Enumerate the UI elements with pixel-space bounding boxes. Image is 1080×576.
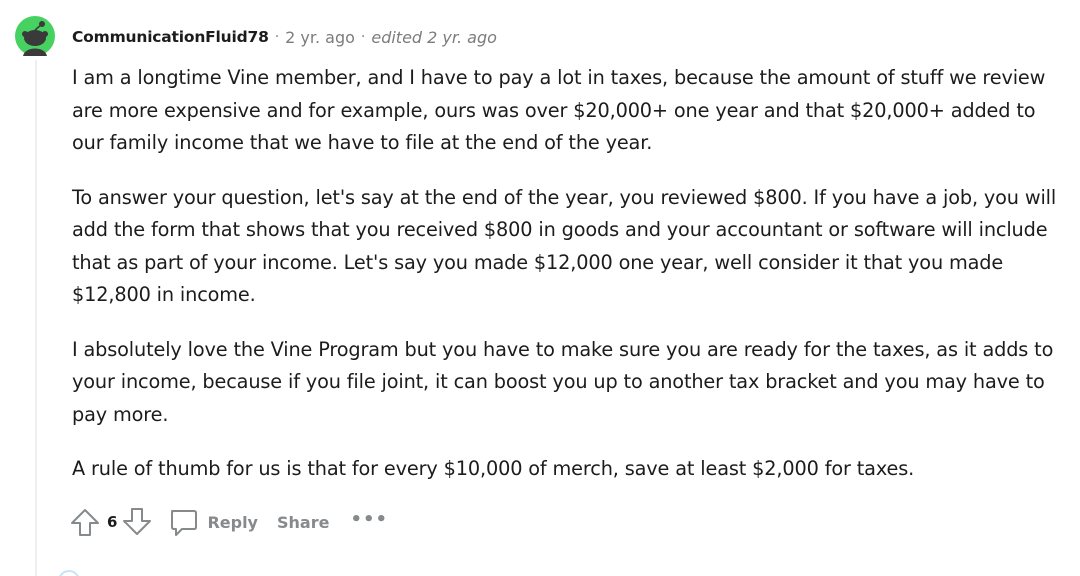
separator-dot: · [274,29,280,45]
comment-body: I am a longtime Vine member, and I have … [72,62,1062,508]
speech-bubble-icon [171,510,198,536]
timestamp-link[interactable]: 2 yr. ago [285,28,355,47]
avatar[interactable] [15,16,55,56]
snoo-avatar-icon [15,16,55,56]
next-comment-avatar [58,570,80,576]
arrow-up-outline-icon [71,509,99,536]
comment-actions: 6 Reply Share ••• [68,504,388,540]
username-link[interactable]: CommunicationFluid78 [72,28,269,46]
downvote-button[interactable] [120,505,154,539]
comment-paragraph: To answer your question, let's say at th… [72,185,1057,307]
reply-button[interactable]: Reply [168,507,258,537]
edited-label: edited 2 yr. ago [371,27,497,47]
upvote-button[interactable] [68,505,102,539]
vote-score: 6 [107,513,118,531]
share-button[interactable]: Share [277,513,329,532]
comment-paragraph: I absolutely love the Vine Program but y… [72,337,1054,426]
thread-line[interactable] [35,60,37,576]
comment-paragraph: I am a longtime Vine member, and I have … [72,66,1046,154]
separator-dot: · [360,29,366,45]
arrow-down-outline-icon [123,508,152,535]
comment-header: CommunicationFluid78 · 2 yr. ago · edite… [72,26,497,48]
reply-label: Reply [207,512,258,532]
more-options-button[interactable]: ••• [350,509,388,530]
comment-paragraph: A rule of thumb for us is that for every… [72,457,915,480]
